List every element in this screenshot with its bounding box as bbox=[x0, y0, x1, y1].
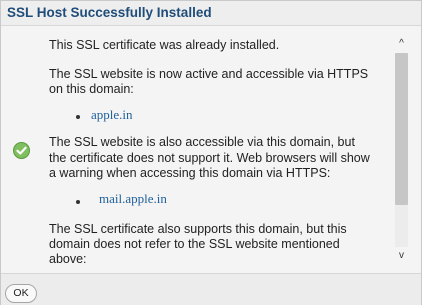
supports-text-line1: The SSL certificate also supports this d… bbox=[49, 222, 347, 236]
accessible-text-line1: The SSL website is also accessible via t… bbox=[49, 135, 355, 149]
accessible-text-line3: a warning when accessing this domain via… bbox=[49, 166, 331, 180]
domain-link-mail-apple-in[interactable]: mail.apple.in bbox=[99, 191, 167, 207]
active-text-line1: The SSL website is now active and access… bbox=[49, 67, 369, 81]
supports-text-line3: above: bbox=[49, 252, 87, 264]
bullet-icon bbox=[76, 115, 80, 119]
scroll-thumb[interactable] bbox=[395, 53, 408, 205]
bullet-icon bbox=[76, 200, 80, 204]
vertical-scrollbar[interactable]: ^ v bbox=[393, 37, 410, 263]
scroll-up-icon[interactable]: ^ bbox=[393, 37, 410, 51]
supports-text-line2: domain does not refer to the SSL website… bbox=[49, 237, 340, 251]
dialog-header: SSL Host Successfully Installed bbox=[1, 1, 421, 26]
scroll-down-icon[interactable]: v bbox=[393, 249, 410, 263]
dialog-title: SSL Host Successfully Installed bbox=[7, 5, 212, 20]
dialog-footer: OK bbox=[1, 273, 421, 305]
already-installed-text: This SSL certificate was already install… bbox=[49, 38, 280, 52]
active-text-line2: on this domain: bbox=[49, 82, 134, 96]
domain-link-apple-in[interactable]: apple.in bbox=[91, 107, 133, 123]
ssl-install-dialog: SSL Host Successfully Installed This SSL… bbox=[0, 0, 422, 305]
check-circle-icon bbox=[13, 142, 30, 159]
ok-button[interactable]: OK bbox=[5, 284, 37, 303]
accessible-text-line2: the certificate does not support it. Web… bbox=[49, 151, 370, 165]
dialog-content[interactable]: This SSL certificate was already install… bbox=[1, 27, 413, 264]
